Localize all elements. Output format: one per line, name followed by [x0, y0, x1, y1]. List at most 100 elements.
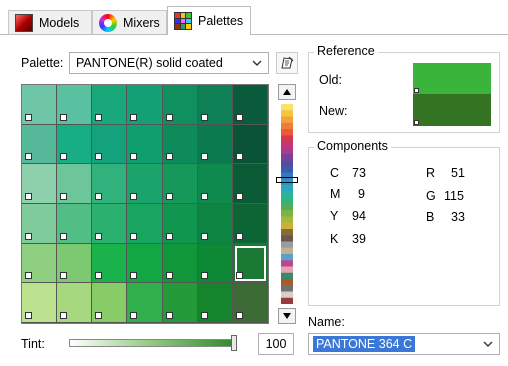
palette-swatch[interactable]	[92, 204, 128, 244]
strip-color-band[interactable]	[281, 254, 293, 261]
cmyk-y-value: 94	[352, 209, 366, 223]
tab-mixers-label: Mixers	[123, 15, 160, 30]
strip-color-band[interactable]	[281, 197, 293, 205]
rgb-r-value: 51	[451, 166, 465, 180]
tab-palettes[interactable]: Palettes	[167, 6, 251, 35]
strip-color-band[interactable]	[281, 166, 293, 173]
strip-color-band[interactable]	[281, 129, 293, 136]
palette-swatch[interactable]	[57, 283, 93, 323]
palette-swatch[interactable]	[22, 204, 58, 244]
palette-swatch[interactable]	[127, 204, 163, 244]
chevron-down-icon	[483, 341, 493, 347]
palette-swatch[interactable]	[162, 243, 198, 284]
tint-value-input[interactable]: 100	[258, 333, 294, 355]
strip-color-band[interactable]	[281, 185, 293, 192]
rgb-b-label: B	[426, 210, 435, 224]
strip-color-band[interactable]	[281, 266, 293, 273]
palette-swatch[interactable]	[127, 85, 163, 125]
strip-color-band[interactable]	[281, 122, 293, 130]
palette-swatch-selected[interactable]	[232, 243, 268, 284]
palette-swatch[interactable]	[57, 164, 93, 204]
scroll-up-button[interactable]	[278, 84, 296, 100]
new-color-swatch	[413, 94, 491, 126]
strip-color-band[interactable]	[281, 297, 293, 304]
strip-color-band[interactable]	[281, 160, 293, 167]
palette-swatch[interactable]	[22, 243, 58, 284]
palette-swatch[interactable]	[92, 283, 128, 323]
palette-swatch[interactable]	[127, 243, 163, 284]
strip-color-band[interactable]	[281, 147, 293, 155]
palette-swatch[interactable]	[232, 283, 268, 323]
cmyk-c-value: 73	[352, 166, 366, 180]
palette-swatch[interactable]	[197, 204, 233, 244]
strip-color-band[interactable]	[281, 260, 293, 267]
tint-value: 100	[265, 337, 287, 351]
palette-swatch[interactable]	[92, 164, 128, 204]
tint-slider[interactable]	[69, 339, 235, 347]
palette-swatch[interactable]	[232, 204, 268, 244]
open-palette-button[interactable]	[276, 52, 298, 74]
strip-color-band[interactable]	[281, 210, 293, 217]
tint-label: Tint:	[21, 337, 45, 351]
strip-color-band[interactable]	[281, 279, 293, 286]
palette-swatch[interactable]	[22, 283, 58, 323]
palette-swatch[interactable]	[92, 85, 128, 125]
palette-swatch[interactable]	[127, 164, 163, 204]
name-select[interactable]: PANTONE 364 C	[308, 333, 500, 355]
palette-swatch[interactable]	[57, 204, 93, 244]
palette-swatch[interactable]	[57, 243, 93, 284]
palette-swatch[interactable]	[162, 85, 198, 125]
strip-color-band[interactable]	[281, 204, 293, 211]
palette-swatch[interactable]	[197, 243, 233, 284]
rgb-r-label: R	[426, 166, 436, 180]
strip-color-band[interactable]	[281, 229, 293, 236]
tab-bar: Models Mixers Palettes	[0, 0, 508, 35]
palette-swatch[interactable]	[232, 85, 268, 125]
strip-color-band[interactable]	[281, 285, 293, 292]
palette-swatch[interactable]	[57, 85, 93, 125]
strip-color-band[interactable]	[281, 135, 293, 142]
palette-swatch[interactable]	[197, 283, 233, 323]
tint-slider-thumb[interactable]	[231, 335, 237, 351]
palette-swatch[interactable]	[162, 164, 198, 204]
palette-swatch[interactable]	[232, 164, 268, 204]
new-swatch-marker	[414, 120, 419, 125]
strip-color-band[interactable]	[281, 154, 293, 161]
palette-swatch[interactable]	[197, 124, 233, 165]
strip-color-band[interactable]	[281, 272, 293, 280]
palette-swatch[interactable]	[22, 85, 58, 125]
palette-swatch[interactable]	[162, 124, 198, 165]
palette-swatch[interactable]	[127, 124, 163, 165]
palette-swatch[interactable]	[57, 124, 93, 165]
scroll-down-button[interactable]	[278, 308, 296, 324]
palette-swatch[interactable]	[162, 204, 198, 244]
palette-label: Palette:	[21, 56, 64, 70]
palette-swatch[interactable]	[232, 124, 268, 165]
cmyk-k-label: K	[330, 232, 339, 246]
palette-swatch[interactable]	[92, 243, 128, 284]
palette-swatch[interactable]	[127, 283, 163, 323]
strip-color-band[interactable]	[281, 110, 293, 117]
palette-swatch[interactable]	[22, 124, 58, 165]
tab-models[interactable]: Models	[8, 10, 92, 34]
strip-color-band[interactable]	[281, 191, 293, 198]
old-swatch-marker	[414, 88, 419, 93]
palette-select[interactable]: PANTONE(R) solid coated	[69, 52, 269, 74]
strip-color-band[interactable]	[281, 104, 293, 111]
strip-scroll-thumb[interactable]	[276, 177, 298, 183]
strip-color-band[interactable]	[281, 235, 293, 242]
strip-color-band[interactable]	[281, 116, 293, 123]
strip-color-band[interactable]	[281, 247, 293, 255]
palette-swatch[interactable]	[92, 124, 128, 165]
strip-color-band[interactable]	[281, 141, 293, 148]
palette-swatch[interactable]	[197, 164, 233, 204]
palette-swatch[interactable]	[22, 164, 58, 204]
palette-strip-colors[interactable]	[281, 104, 293, 304]
palette-swatch[interactable]	[162, 283, 198, 323]
strip-color-band[interactable]	[281, 222, 293, 230]
strip-color-band[interactable]	[281, 216, 293, 223]
strip-color-band[interactable]	[281, 241, 293, 248]
strip-color-band[interactable]	[281, 291, 293, 298]
tab-mixers[interactable]: Mixers	[92, 10, 167, 34]
palette-swatch[interactable]	[197, 85, 233, 125]
